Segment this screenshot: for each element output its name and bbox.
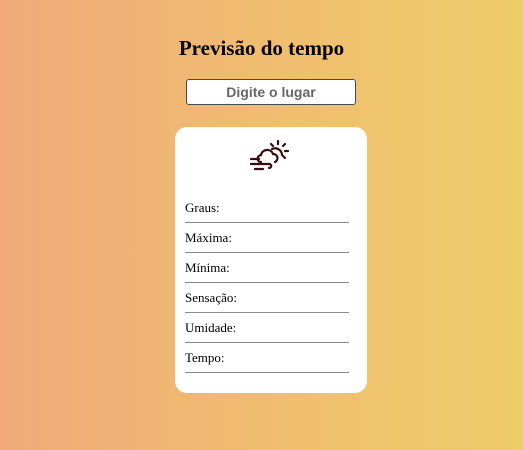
field-label: Sensação: xyxy=(185,290,237,305)
field-label: Umidade: xyxy=(185,320,237,335)
field-label: Mínima: xyxy=(185,260,230,275)
page-title: Previsão do tempo xyxy=(178,36,345,60)
field-label: Tempo: xyxy=(185,350,225,365)
location-search-input[interactable] xyxy=(186,79,356,105)
weather-details-list: Graus: Máxima: Mínima: Sensação: Umidade… xyxy=(185,194,349,374)
field-umidade: Umidade: xyxy=(185,314,349,343)
cloud-sun-wind-icon xyxy=(249,139,290,171)
weather-card: Graus: Máxima: Mínima: Sensação: Umidade… xyxy=(175,127,367,393)
field-maxima: Máxima: xyxy=(185,224,349,253)
field-label: Graus: xyxy=(185,200,220,215)
field-tempo: Tempo: xyxy=(185,344,349,373)
field-graus: Graus: xyxy=(185,194,349,223)
field-label: Máxima: xyxy=(185,230,232,245)
field-minima: Mínima: xyxy=(185,254,349,283)
field-sensacao: Sensação: xyxy=(185,284,349,313)
